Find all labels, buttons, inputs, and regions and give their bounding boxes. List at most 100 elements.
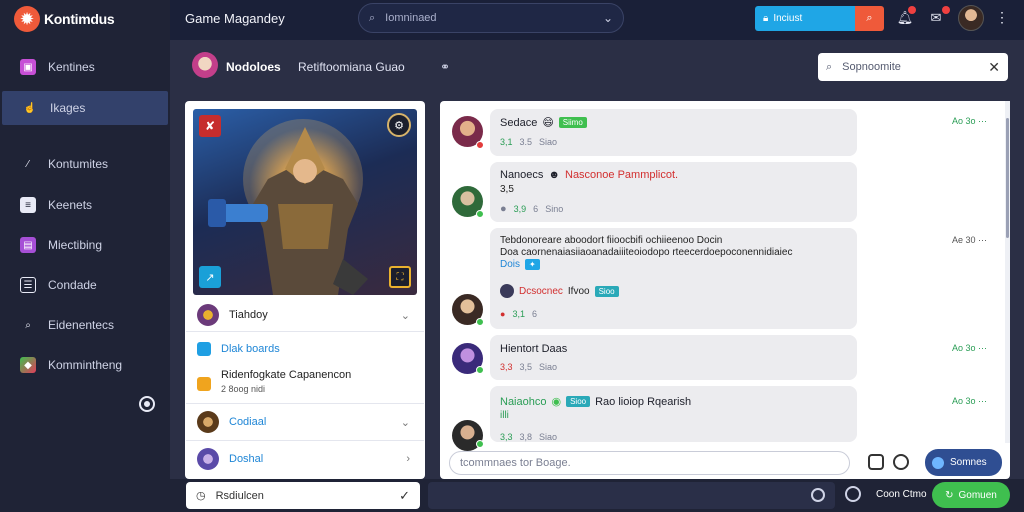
message-time: Ao 3o ⋯ xyxy=(952,343,988,353)
send-icon xyxy=(932,456,944,469)
mini-avatar xyxy=(500,284,514,298)
chevron-right-icon[interactable]: › xyxy=(406,453,410,465)
global-search-input[interactable]: ⌕ Iomninaed ⌄ xyxy=(358,3,624,33)
send-button[interactable]: Somnes xyxy=(925,449,1002,476)
message-author: Hientort Daas xyxy=(500,343,568,355)
search-icon: ⌕ xyxy=(866,12,873,24)
meta-label: Siao xyxy=(539,432,558,442)
reaction-icon[interactable]: ● xyxy=(500,309,505,319)
user-avatar[interactable] xyxy=(958,5,984,31)
card-row-capanencon[interactable]: Ridenfogkate Capanencon 2 8oog nidi xyxy=(186,369,424,397)
card-row-doshal[interactable]: Doshal › xyxy=(186,447,424,471)
sidebar-item-eidenentecs[interactable]: ⌕ Eidenentecs xyxy=(0,308,170,342)
image-icon: ▣ xyxy=(20,59,36,75)
sub-text: Ifvoo xyxy=(567,285,590,297)
timer-icon[interactable] xyxy=(811,488,825,502)
row-avatar xyxy=(197,411,219,433)
message-header: Naiaohco ◉ Sioo Rao lioiop Rqearish xyxy=(500,395,691,409)
message-meta: 3,1 3.5 Siao xyxy=(500,137,557,147)
channel-avatar[interactable] xyxy=(192,52,218,78)
channel-meta: Retiftoomiana Guao xyxy=(298,60,405,74)
hero-expand-icon[interactable]: ⛶ xyxy=(389,266,411,288)
status-select-value: Rsdiulcen xyxy=(215,489,264,502)
more-options-icon[interactable]: ⋮ xyxy=(995,9,1009,26)
message-headline: Nasconoe Pammplicot. xyxy=(565,169,679,181)
sidebar-item-kentines[interactable]: ▣ Kentines xyxy=(0,50,170,84)
sidebar-item-label: Eidenentecs xyxy=(48,318,115,332)
primary-action-button[interactable]: 🔒︎ Inciust xyxy=(755,6,855,31)
card-row-dlak-boards[interactable]: Dlak boards xyxy=(186,340,424,358)
chat-bubble-icon[interactable] xyxy=(868,454,884,470)
sidebar-item-kontumites[interactable]: ⁄ Kontumites xyxy=(0,147,170,181)
chat-scroll-thumb[interactable] xyxy=(1006,118,1009,238)
message-line: Dcsocnec Ifvoo Sioo xyxy=(500,284,619,298)
chevron-down-icon[interactable]: ⌄ xyxy=(401,416,410,429)
list-icon: ☰ xyxy=(20,277,36,293)
chevron-down-icon[interactable]: ⌄ xyxy=(603,11,613,25)
sidebar-collapse-toggle[interactable] xyxy=(139,396,155,412)
hero-image[interactable] xyxy=(193,109,417,295)
message-line: Tebdonoreare aboodort fiioocbifi ochiiee… xyxy=(500,235,722,246)
link-icon[interactable]: ⚭ xyxy=(440,60,450,74)
sidebar-item-label: Kommintheng xyxy=(48,358,123,372)
chevron-down-icon[interactable]: ⌄ xyxy=(401,309,410,322)
message-bubble: Naiaohco ◉ Sioo Rao lioiop Rqearish illi… xyxy=(490,386,857,442)
card-row-codiaal[interactable]: Codiaal ⌄ xyxy=(186,410,424,434)
close-icon[interactable]: ✕ xyxy=(988,59,1000,76)
logo-icon: ✹ xyxy=(14,6,40,32)
search-icon[interactable] xyxy=(845,486,861,502)
row-avatar xyxy=(197,304,219,326)
chat-icon: ◆ xyxy=(20,357,36,373)
message-author: Naiaohco xyxy=(500,395,547,408)
hero-badge-right-icon[interactable]: ⚙ xyxy=(387,113,411,137)
channel-search-input[interactable]: ⌕ Sopnoomite ✕ xyxy=(818,53,1008,81)
message-compose-input[interactable]: tcommnaes tor Boage. xyxy=(449,451,850,475)
action-search-button[interactable]: ⌕ xyxy=(855,6,884,31)
hero-share-icon[interactable]: ↗ xyxy=(199,266,221,288)
hero-illustration xyxy=(208,119,368,295)
message-header: Hientort Daas xyxy=(500,343,567,355)
card-row-profile[interactable]: Tiahdoy ⌄ xyxy=(186,302,424,328)
board-icon xyxy=(197,342,211,356)
folder-icon xyxy=(197,377,211,391)
meta-label: Siao xyxy=(539,362,558,372)
avatar-icon: ☻ xyxy=(548,169,560,181)
bottom-action-button[interactable]: ↻ Gomuen xyxy=(932,482,1010,508)
bottom-label: Coon Ctmo xyxy=(876,489,927,500)
reaction-icon[interactable]: ● xyxy=(500,203,507,215)
message-bubble: Hientort Daas 3,3 3,5 Siao xyxy=(490,335,857,380)
status-select[interactable]: ◷ Rsdiulcen ✓ xyxy=(186,482,420,509)
search-icon: ⌕ xyxy=(25,319,31,331)
bottom-input[interactable] xyxy=(428,482,835,509)
sidebar-item-label: Keenets xyxy=(48,198,93,212)
message-header: Nanoecs ☻ Nasconoe Pammplicot. xyxy=(500,169,678,181)
card-row-label: Ridenfogkate Capanencon xyxy=(221,369,352,381)
message-badge xyxy=(942,6,950,14)
meta-count: 3,9 xyxy=(513,204,527,214)
sidebar-item-miectibing[interactable]: ▤ Miectibing xyxy=(0,228,170,262)
app-logo[interactable]: ✹ Kontimdus xyxy=(14,6,115,32)
hero-badge-left: ✘ xyxy=(199,115,221,137)
sidebar-item-condade[interactable]: ☰ Condade xyxy=(0,268,170,302)
role-tag: Siimo xyxy=(558,117,587,128)
lock-icon: 🔒︎ xyxy=(763,13,769,24)
primary-action-label: Inciust xyxy=(773,13,803,24)
notification-badge xyxy=(908,6,916,14)
page-title: Game Magandey xyxy=(185,11,285,26)
card-row-label: Tiahdoy xyxy=(229,309,268,321)
status-dot xyxy=(476,366,484,374)
meta-value: 3.5 xyxy=(519,137,533,147)
meta-value: 3,5 xyxy=(519,362,533,372)
channel-title: Nodoloes xyxy=(226,60,281,74)
divider xyxy=(186,440,424,441)
sidebar-item-kommintheng[interactable]: ◆ Kommintheng xyxy=(0,348,170,382)
sidebar-item-label: Miectibing xyxy=(48,238,103,252)
sidebar-item-ikages[interactable]: ☝ Ikages xyxy=(2,91,168,125)
card-row-text: Ridenfogkate Capanencon 2 8oog nidi xyxy=(221,369,351,394)
status-dot xyxy=(476,440,484,448)
sidebar-item-label: Condade xyxy=(48,278,97,292)
sidebar-item-keenets[interactable]: ≡ Keenets xyxy=(0,188,170,222)
emoji-picker-icon[interactable] xyxy=(893,454,909,470)
bottom-action-label: Gomuen xyxy=(958,489,997,501)
message-text: Doa caornenaiasiiaoanadaiiiteoiodopo rte… xyxy=(500,247,793,258)
